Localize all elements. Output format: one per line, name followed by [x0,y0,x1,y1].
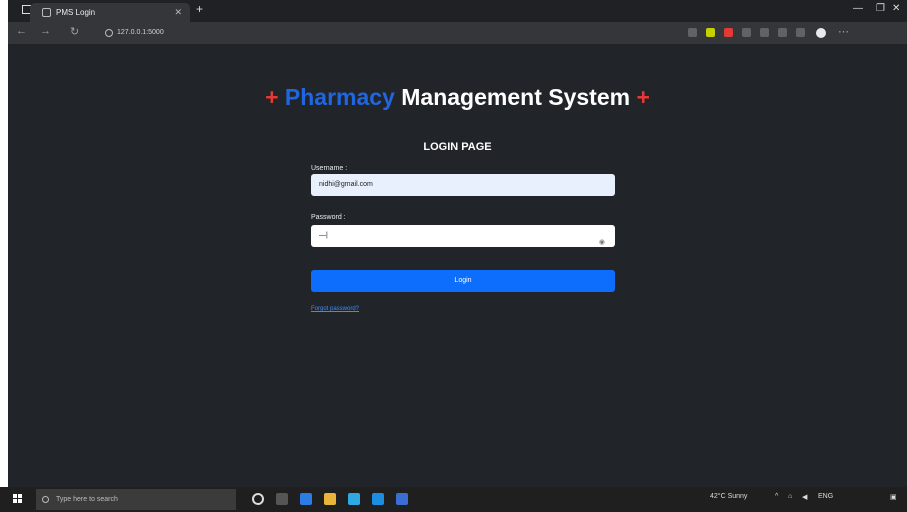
extension-icon[interactable] [760,28,769,37]
store-icon[interactable] [348,493,360,505]
cortana-icon[interactable] [252,493,264,505]
page-title: + Pharmacy Management System + [8,84,907,111]
username-label: Username : [311,165,348,172]
close-window-icon[interactable]: ✕ [892,3,900,14]
maximize-icon[interactable]: ❐ [876,3,885,14]
title-rest: Management System [401,84,631,110]
tray-chevron-icon[interactable]: ^ [775,493,778,500]
notifications-icon[interactable]: ▣ [890,493,897,501]
extension-icon[interactable] [688,28,697,37]
weather-text[interactable]: 42°C Sunny [710,493,747,500]
tab-pms-login[interactable]: PMS Login ✕ [30,3,190,22]
back-icon[interactable]: ← [16,25,27,37]
profile-avatar-icon[interactable] [816,28,826,38]
username-value: nidhi@gmail.com [319,181,373,188]
new-tab-icon[interactable]: + [196,2,203,16]
site-info-icon[interactable] [105,29,113,37]
password-label: Password : [311,214,346,221]
taskbar: Type here to search 42°C Sunny ^ ⌂ ◀ ENG… [0,487,907,512]
title-plus-left: + [265,84,279,110]
search-icon [42,496,49,503]
password-value: —| [319,232,328,239]
title-brand: Pharmacy [284,84,395,110]
file-explorer-icon[interactable] [324,493,336,505]
taskbar-search[interactable]: Type here to search [36,489,236,510]
task-view-icon[interactable] [276,493,288,505]
login-heading: LOGIN PAGE [423,141,492,153]
password-field[interactable]: —| ◉ [311,225,615,247]
menu-icon[interactable]: ⋯ [838,25,849,38]
network-icon[interactable]: ⌂ [788,493,792,500]
extension-icon[interactable] [706,28,715,37]
reload-icon[interactable]: ↻ [70,25,79,38]
extension-icon[interactable] [742,28,751,37]
title-plus-right: + [636,84,650,110]
vscode-icon[interactable] [372,493,384,505]
tab-strip: PMS Login ✕ + — ❐ ✕ [8,0,907,22]
language-indicator[interactable]: ENG [818,493,833,500]
username-field[interactable]: nidhi@gmail.com [311,174,615,196]
search-placeholder: Type here to search [56,496,118,503]
app-icon[interactable] [396,493,408,505]
volume-icon[interactable]: ◀ [802,493,807,501]
browser-window: PMS Login ✕ + — ❐ ✕ ← → ↻ 127.0.0.1:5000… [0,0,907,512]
url-text: 127.0.0.1:5000 [117,29,164,36]
login-page: + Pharmacy Management System + LOGIN PAG… [8,44,907,487]
close-tab-icon[interactable]: ✕ [174,3,182,22]
extensions-puzzle-icon[interactable] [778,28,787,37]
sidebar-icon[interactable] [796,28,805,37]
page-icon [42,8,51,17]
edge-icon[interactable] [300,493,312,505]
extension-icon[interactable] [724,28,733,37]
tab-title: PMS Login [56,8,96,17]
windows-start-icon[interactable] [13,494,23,504]
forgot-password-link[interactable]: Forgot password? [311,306,359,312]
forward-icon[interactable]: → [40,25,51,37]
address-bar[interactable]: 127.0.0.1:5000 [103,25,643,41]
minimize-icon[interactable]: — [853,3,863,14]
show-password-icon[interactable]: ◉ [599,232,605,254]
login-button[interactable]: Login [311,270,615,292]
browser-toolbar: ← → ↻ 127.0.0.1:5000 ⋯ [8,22,907,44]
